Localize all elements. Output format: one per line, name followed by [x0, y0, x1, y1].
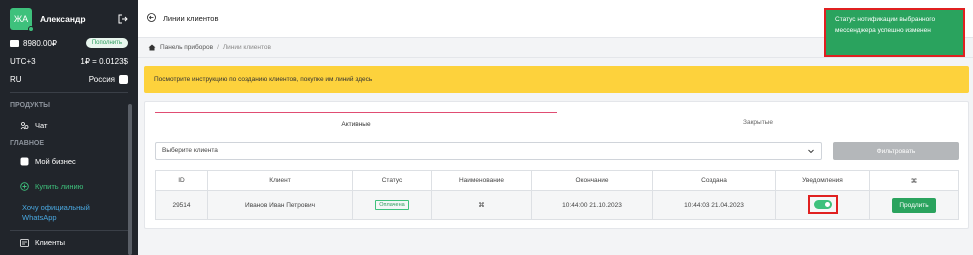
balance-amount: 8980.00₽ [23, 38, 58, 48]
back-arrow-icon[interactable] [147, 13, 156, 22]
col-notifications: Уведомления [775, 170, 870, 191]
breadcrumb-current: Линии клиентов [222, 44, 271, 51]
balance-row: 8980.00₽ Пополнить [10, 38, 128, 48]
section-main: ГЛАВНОЕ [10, 140, 44, 147]
sidebar: ЖА Александр 8980.00₽ Пополнить UTC+3 1₽… [0, 0, 138, 255]
topup-button[interactable]: Пополнить [85, 38, 128, 48]
sidebar-scrollbar[interactable] [128, 104, 132, 255]
breadcrumb-separator: / [217, 44, 219, 51]
table-header-row: ID Клиент Статус Наименование Окончание … [155, 170, 959, 191]
country-selector[interactable]: Россия [88, 75, 128, 85]
avatar-initials: ЖА [13, 14, 29, 24]
sidebar-item-label: Купить линию [35, 182, 84, 191]
cell-created: 10:44:03 21.04.2023 [652, 190, 776, 220]
col-status: Статус [352, 170, 432, 191]
tab-active[interactable]: Активные [155, 112, 557, 136]
sidebar-item-label: Хочу официальный [22, 203, 90, 212]
section-products: ПРОДУКТЫ [10, 102, 50, 109]
client-select-value: Выберите клиента [162, 147, 218, 154]
breadcrumb-home[interactable]: Панель приборов [160, 44, 213, 51]
cell-id: 29514 [155, 190, 208, 220]
cell-name: ⌘ [431, 190, 532, 220]
page-title: Линии клиентов [163, 14, 219, 23]
chevron-down-icon [808, 149, 814, 154]
sidebar-item-label: Мой бизнес [35, 157, 76, 166]
sidebar-item-want-whatsapp[interactable]: Хочу официальный WhatsApp [22, 203, 90, 223]
plus-circle-icon [20, 182, 29, 191]
wallet-icon [10, 39, 19, 47]
sidebar-item-chat[interactable]: Чат [20, 121, 47, 130]
timezone[interactable]: UTC+3 [10, 57, 36, 66]
lines-card: Активные Закрытые Выберите клиента Фильт… [144, 101, 969, 229]
locale-row: RU Россия [10, 75, 128, 85]
home-icon [148, 44, 156, 51]
user-block: ЖА Александр [10, 8, 128, 32]
notifications-toggle[interactable] [813, 199, 832, 209]
breadcrumb: Панель приборов / Линии клиентов [148, 44, 271, 51]
sidebar-divider [10, 230, 128, 231]
online-indicator [28, 26, 34, 32]
toggle-highlight [807, 194, 838, 214]
client-select[interactable]: Выберите клиента [155, 142, 822, 160]
col-created: Создана [652, 170, 776, 191]
sidebar-divider [10, 92, 128, 93]
sidebar-item-clients[interactable]: Клиенты [20, 238, 65, 247]
extend-button[interactable]: Продлить [892, 197, 936, 213]
avatar[interactable]: ЖА [10, 8, 34, 32]
timezone-row: UTC+3 1₽ = 0.0123$ [10, 57, 128, 66]
col-end: Окончание [531, 170, 653, 191]
cell-actions: Продлить [869, 190, 959, 220]
col-id: ID [155, 170, 208, 191]
sidebar-item-my-business[interactable]: Мой бизнес [20, 157, 76, 166]
col-name: Наименование [431, 170, 532, 191]
sidebar-item-buy-line[interactable]: Купить линию [20, 182, 83, 191]
tab-closed[interactable]: Закрытые [557, 112, 959, 136]
country-label: Россия [88, 75, 115, 84]
exchange-rate: 1₽ = 0.0123$ [80, 57, 128, 66]
sidebar-item-label: Чат [35, 121, 48, 130]
cell-client: Иванов Иван Петрович [207, 190, 353, 220]
success-toast[interactable]: Статус нотификации выбранного мессенджер… [824, 8, 965, 57]
cell-notifications [775, 190, 870, 220]
cell-end: 10:44:00 21.10.2023 [531, 190, 653, 220]
sidebar-item-label-2: WhatsApp [22, 213, 57, 222]
logout-icon[interactable] [118, 14, 128, 24]
business-icon [20, 157, 29, 166]
language[interactable]: RU [10, 75, 22, 84]
col-client: Клиент [207, 170, 353, 191]
breadcrumb-divider [138, 57, 973, 58]
cell-status: Оплачена [352, 190, 432, 220]
table-row[interactable]: 29514 Иванов Иван Петрович Оплачена ⌘ 10… [155, 190, 959, 220]
country-checkbox[interactable] [119, 75, 128, 85]
sidebar-item-label: Клиенты [35, 238, 66, 247]
instruction-alert[interactable]: Посмотрите инструкцию по созданию клиент… [144, 66, 969, 93]
filter-button[interactable]: Фильтровать [833, 142, 959, 160]
status-badge: Оплачена [375, 200, 409, 210]
user-name: Александр [40, 14, 86, 24]
col-actions: ⌘ [869, 170, 959, 191]
id-card-icon [20, 238, 29, 247]
chat-icon [20, 122, 29, 130]
lines-table: ID Клиент Статус Наименование Окончание … [155, 170, 959, 220]
